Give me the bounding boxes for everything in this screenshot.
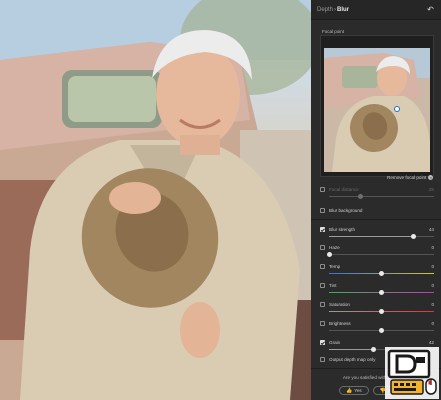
brightness-value: 0 bbox=[431, 320, 434, 326]
temp-row: Temp 0 bbox=[320, 263, 434, 277]
grain-value: 42 bbox=[428, 339, 434, 345]
breadcrumb-blur: Blur bbox=[337, 6, 350, 13]
blur-panel: Depth › Blur ↶ Focal point Remove focal … bbox=[311, 0, 441, 400]
focal-distance-label: Focal distance bbox=[329, 186, 359, 192]
haze-value: 0 bbox=[431, 244, 434, 250]
brightness-checkbox[interactable] bbox=[320, 320, 325, 326]
blur-background-row: Blur background bbox=[320, 207, 434, 213]
yes-button[interactable]: 👍 Yes bbox=[339, 386, 369, 395]
output-depth-checkbox[interactable] bbox=[320, 356, 325, 362]
brightness-row: Brightness 0 bbox=[320, 320, 434, 334]
tint-checkbox[interactable] bbox=[320, 282, 325, 288]
blur-strength-row: Blur strength 44 bbox=[320, 226, 434, 240]
temp-slider[interactable] bbox=[329, 269, 434, 277]
grain-label: Grain bbox=[329, 339, 341, 345]
saturation-slider[interactable] bbox=[329, 307, 434, 315]
focal-point-label: Focal point bbox=[322, 29, 345, 34]
tint-knob[interactable] bbox=[379, 289, 384, 295]
focal-distance-slider[interactable] bbox=[329, 192, 434, 200]
focal-thumbnail[interactable] bbox=[324, 48, 430, 172]
focal-distance-value: 25 bbox=[428, 186, 434, 192]
saturation-knob[interactable] bbox=[379, 308, 384, 314]
photo-canvas[interactable] bbox=[0, 0, 311, 400]
blur-background-checkbox[interactable] bbox=[320, 207, 325, 213]
blur-strength-value: 44 bbox=[428, 226, 434, 232]
temp-checkbox[interactable] bbox=[320, 263, 325, 269]
blur-strength-slider[interactable] bbox=[329, 232, 434, 240]
tint-row: Tint 0 bbox=[320, 282, 434, 296]
yes-label: Yes bbox=[354, 388, 362, 393]
grain-knob[interactable] bbox=[370, 346, 376, 352]
focal-distance-knob[interactable] bbox=[358, 193, 363, 199]
saturation-checkbox[interactable] bbox=[320, 301, 325, 307]
focal-point-preview bbox=[320, 35, 434, 177]
focal-distance-row: Focal distance 25 bbox=[320, 186, 434, 200]
grain-checkbox[interactable] bbox=[320, 339, 325, 345]
watermark-logo bbox=[385, 347, 439, 399]
blur-background-label: Blur background bbox=[329, 207, 363, 213]
thumbnail-image bbox=[324, 48, 430, 172]
divider bbox=[311, 219, 441, 220]
haze-checkbox[interactable] bbox=[320, 244, 325, 250]
brightness-slider[interactable] bbox=[329, 326, 434, 334]
tint-value: 0 bbox=[431, 282, 434, 288]
haze-row: Haze 0 bbox=[320, 244, 434, 258]
breadcrumb-separator: › bbox=[334, 6, 337, 13]
temp-label: Temp bbox=[329, 263, 341, 269]
saturation-label: Saturation bbox=[329, 301, 350, 307]
remove-focal-point-label: Remove focal point bbox=[387, 175, 427, 180]
panel-header: Depth › Blur ↶ bbox=[311, 0, 441, 20]
brightness-knob[interactable] bbox=[379, 327, 384, 333]
saturation-row: Saturation 0 bbox=[320, 301, 434, 315]
haze-knob[interactable] bbox=[326, 251, 332, 257]
focal-point-marker[interactable] bbox=[394, 106, 400, 112]
blur-strength-checkbox[interactable] bbox=[320, 226, 325, 232]
tint-label: Tint bbox=[329, 282, 337, 288]
focal-distance-checkbox[interactable] bbox=[320, 186, 325, 192]
remove-focal-point[interactable]: Remove focal point × bbox=[387, 175, 434, 180]
blur-strength-knob[interactable] bbox=[410, 233, 416, 239]
haze-slider[interactable] bbox=[326, 250, 434, 258]
tint-slider[interactable] bbox=[329, 288, 434, 296]
close-icon: × bbox=[428, 175, 434, 180]
photo-image bbox=[0, 0, 311, 400]
brightness-label: Brightness bbox=[329, 320, 351, 326]
undo-icon[interactable]: ↶ bbox=[426, 5, 435, 14]
breadcrumb-depth[interactable]: Depth bbox=[317, 7, 333, 13]
output-depth-label: Output depth map only bbox=[329, 356, 376, 362]
temp-value: 0 bbox=[431, 263, 434, 269]
blur-strength-label: Blur strength bbox=[329, 226, 356, 232]
haze-label: Haze bbox=[329, 244, 340, 250]
temp-knob[interactable] bbox=[379, 270, 384, 276]
saturation-value: 0 bbox=[431, 301, 434, 307]
thumbs-up-icon: 👍 bbox=[346, 387, 353, 394]
